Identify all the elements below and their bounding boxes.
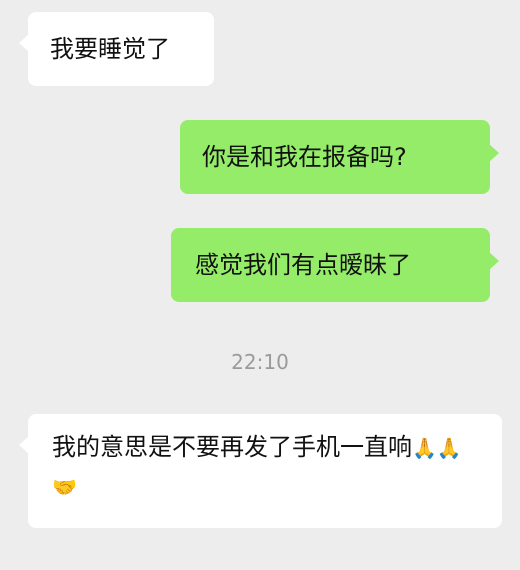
message-text: 感觉我们有点暧昧了 [195, 251, 411, 279]
message-bubble-incoming[interactable]: 我的意思是不要再发了手机一直响🙏🙏🤝 [19, 414, 502, 528]
message-text: 我要睡觉了 [50, 35, 170, 63]
message-text: 我的意思是不要再发了手机一直响 [52, 433, 412, 461]
handshake-emoji-icon: 🤝 [52, 475, 77, 499]
message-bubble-incoming[interactable]: 我要睡觉了 [19, 12, 214, 86]
message-timestamp: 22:10 [231, 350, 289, 374]
folded-hands-emoji-icon: 🙏 [436, 436, 462, 460]
message-text: 你是和我在报备吗? [202, 143, 407, 171]
message-bubble-outgoing[interactable]: 感觉我们有点暧昧了 [171, 228, 499, 302]
message-bubble-outgoing[interactable]: 你是和我在报备吗? [180, 120, 499, 194]
folded-hands-emoji-icon: 🙏 [412, 436, 437, 460]
chat-area: 我要睡觉了 你是和我在报备吗? 感觉我们有点暧昧了 22:10 我的意思是不要再… [0, 0, 520, 570]
